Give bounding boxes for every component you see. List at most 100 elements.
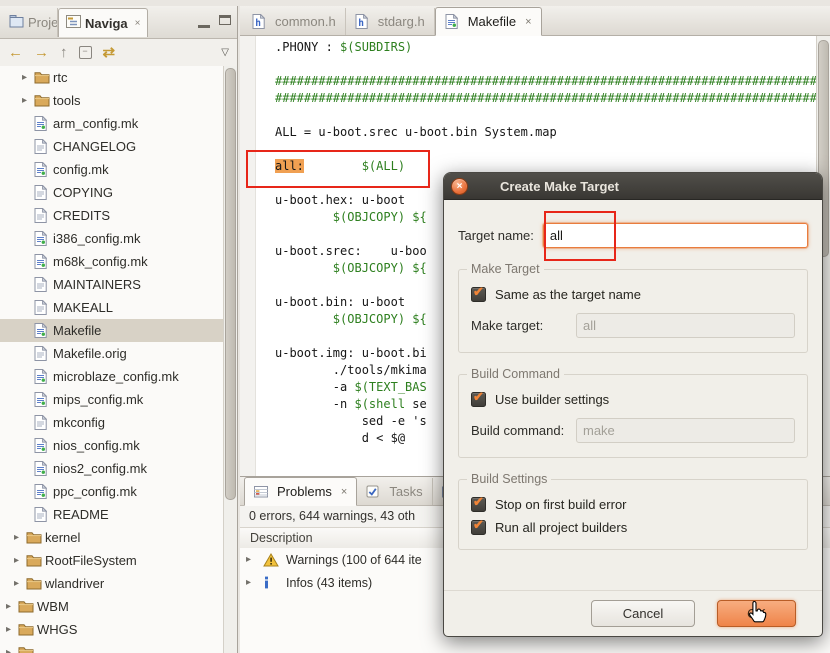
tree-item[interactable]: README [0,503,224,526]
view-menu-icon[interactable]: ▽ [221,47,229,58]
link-with-editor-icon[interactable]: ⇄ [103,45,116,60]
tree-item[interactable]: CHANGELOG [0,135,224,158]
tree-item[interactable]: config.mk [0,158,224,181]
expand-arrow-icon[interactable]: ▸ [14,532,26,543]
tree-item[interactable]: mips_config.mk [0,388,224,411]
expand-arrow-icon[interactable]: ▸ [14,578,26,589]
tree-item[interactable]: ▸ RootFileSystem [0,549,224,572]
expand-arrow-icon[interactable]: ▸ [22,95,34,106]
target-name-label: Target name: [458,228,534,243]
problems-tab-tasks[interactable]: Tasks [357,478,433,505]
folder-icon [34,94,52,107]
tree-item[interactable]: ▸ tools [0,89,224,112]
folder-icon [26,531,44,544]
tree-item[interactable]: ppc_config.mk [0,480,224,503]
tree-item[interactable]: nios2_config.mk [0,457,224,480]
folder-icon [26,554,44,567]
tree-item[interactable]: ▸ rtc [0,66,224,89]
stop-on-first-error-checkbox[interactable]: ✔ [471,494,486,512]
expand-arrow-icon[interactable]: ▸ [246,577,258,588]
tab-navigator[interactable]: Naviga × [58,8,149,37]
checkmark-icon: ✔ [473,517,484,532]
tree-item[interactable]: Makefile.orig [0,342,224,365]
file-tree[interactable]: ▸ rtc ▸ tools arm_config.mk CHANGELOG config.m… [0,66,224,653]
tree-item[interactable]: ▸ WBM [0,595,224,618]
editor-tab-stdarg-h[interactable]: h stdarg.h [346,8,435,35]
run-all-builders-checkbox[interactable]: ✔ [471,517,486,535]
checkmark-icon: ✔ [473,494,484,509]
mkfile-icon [34,461,52,476]
tree-item[interactable]: MAINTAINERS [0,273,224,296]
folder-icon [18,646,36,653]
expand-arrow-icon[interactable]: ▸ [246,554,258,565]
info-icon [263,576,281,589]
mkfile-icon [34,254,52,269]
code-line: ALL = u-boot.srec u-boot.bin System.map [275,125,557,139]
expand-arrow-icon[interactable]: ▸ [6,647,18,653]
expand-arrow-icon[interactable]: ▸ [6,624,18,635]
build-command-group: Build Command ✔ Use builder settings Bui… [458,367,808,458]
minimize-icon[interactable] [198,15,210,28]
code-line: ########################################… [275,91,817,105]
file-icon [34,185,52,200]
navigator-tabbar: Projec Naviga × [0,6,237,39]
tree-item[interactable]: CREDITS [0,204,224,227]
navigator-view: Projec Naviga × ← → ↑−⇄ ▽ ▸rtc▸toolsarm_con… [0,6,238,653]
tree-item[interactable]: nios_config.mk [0,434,224,457]
tree-item[interactable]: ▸ [0,641,224,653]
use-builder-settings-checkbox[interactable]: ✔ [471,389,486,407]
expand-arrow-icon[interactable]: ▸ [22,72,34,83]
tree-item[interactable]: mkconfig [0,411,224,434]
mkfile-icon [34,484,52,499]
tree-item[interactable]: Makefile [0,319,224,342]
editor-tab-makefile[interactable]: Makefile × [434,7,542,36]
target-name-input[interactable] [542,223,808,248]
dialog-close-button[interactable]: × [451,177,468,195]
tree-item[interactable]: MAKEALL [0,296,224,319]
make-target-group: Make Target ✔ Same as the target name Ma… [458,262,808,353]
tree-item[interactable]: ▸ wlandriver [0,572,224,595]
tree-item[interactable]: i386_config.mk [0,227,224,250]
mkfile-icon [34,162,52,177]
svg-text:h: h [255,18,261,29]
expand-arrow-icon[interactable]: ▸ [6,601,18,612]
editor-tab-common-h[interactable]: h common.h [243,8,346,35]
close-icon[interactable]: × [341,486,347,498]
tree-item[interactable]: arm_config.mk [0,112,224,135]
tasks-icon [366,485,384,498]
up-icon[interactable]: ↑ [60,45,68,60]
annotation-ruler [240,36,256,476]
maximize-icon[interactable] [219,15,231,25]
tree-item[interactable]: microblaze_config.mk [0,365,224,388]
file-icon [34,507,52,522]
navigator-toolbar: ← → ↑ − ⇄ ▽ [0,39,237,67]
forward-icon[interactable]: → [34,45,49,60]
problems-icon [254,485,272,498]
dialog-titlebar[interactable]: × Create Make Target [444,173,822,200]
same-as-target-checkbox[interactable]: ✔ [471,284,486,302]
hfile-icon: h [252,14,270,29]
cancel-button[interactable]: Cancel [591,600,695,627]
tree-item[interactable]: ▸ kernel [0,526,224,549]
tree-item[interactable]: COPYING [0,181,224,204]
collapse-all-icon[interactable]: − [78,46,92,59]
back-icon[interactable]: ← [8,45,23,60]
mkfile-icon [34,116,52,131]
mkfile-icon [445,14,463,29]
problems-tab-problems[interactable]: Problems × [244,477,358,506]
tab-project-explorer[interactable]: Projec [2,8,58,37]
dialog-title: Create Make Target [500,178,619,194]
checkmark-icon: ✔ [473,284,484,299]
close-icon[interactable]: × [135,18,141,29]
tree-item[interactable]: m68k_config.mk [0,250,224,273]
close-icon[interactable]: × [525,16,531,28]
build-command-input [576,418,795,443]
navigator-scrollbar[interactable] [223,66,237,653]
tree-item[interactable]: ▸ WHGS [0,618,224,641]
expand-arrow-icon[interactable]: ▸ [14,555,26,566]
scrollbar-thumb[interactable] [225,68,236,500]
ok-button[interactable]: OK [717,600,796,627]
code-line: .PHONY : $(SUBDIRS) [275,40,413,54]
mkfile-icon [34,369,52,384]
